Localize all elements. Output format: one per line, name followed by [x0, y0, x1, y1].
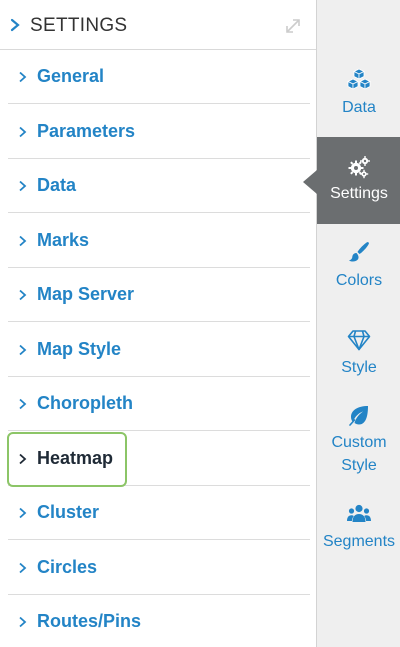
section-label: Choropleth: [37, 393, 133, 413]
section-label: Routes/Pins: [37, 611, 142, 631]
rail-item-colors[interactable]: Colors: [317, 224, 400, 311]
chevron-right-icon: [10, 18, 20, 32]
section-label: Map Style: [37, 339, 122, 359]
gears-icon: [348, 156, 370, 179]
chevron-right-icon: [19, 180, 27, 192]
section-label: Parameters: [37, 121, 136, 141]
diamond-icon: [347, 330, 371, 351]
section-label: Circles: [37, 557, 98, 577]
expand-icon[interactable]: [283, 16, 303, 36]
chevron-right-icon: [19, 562, 27, 574]
section-label: Data: [37, 175, 77, 195]
rail-item-style[interactable]: Style: [317, 311, 400, 395]
rail-item-settings[interactable]: Settings: [303, 137, 400, 224]
chevron-right-icon: [19, 453, 27, 465]
rail-item-data[interactable]: Data: [317, 50, 400, 137]
chevron-right-icon: [19, 344, 27, 356]
section-parameters[interactable]: Parameters: [8, 105, 310, 159]
section-circles[interactable]: Circles: [8, 541, 310, 595]
settings-header[interactable]: SETTINGS: [0, 0, 316, 50]
section-map-server[interactable]: Map Server: [8, 268, 310, 322]
chevron-right-icon: [19, 289, 27, 301]
section-label: Heatmap: [37, 448, 114, 468]
section-label: Map Server: [37, 284, 135, 304]
chevron-right-icon: [19, 71, 27, 83]
chevron-right-icon: [19, 507, 27, 519]
section-label: Cluster: [37, 502, 100, 522]
rail-label: Style: [341, 359, 377, 376]
rail-label: Segments: [322, 533, 396, 550]
section-choropleth[interactable]: Choropleth: [8, 377, 310, 431]
section-routes-pins[interactable]: Routes/Pins: [8, 595, 310, 647]
settings-title: SETTINGS: [30, 15, 128, 36]
section-cluster[interactable]: Cluster: [8, 486, 310, 540]
leaf-icon: [349, 406, 368, 426]
section-general[interactable]: General: [8, 50, 310, 104]
chevron-right-icon: [19, 235, 27, 247]
side-rail: Data Settings Colors Style Custom Style …: [303, 0, 400, 647]
cubes-icon: [347, 68, 371, 90]
chevron-right-icon: [19, 616, 27, 628]
section-label: Marks: [37, 230, 90, 250]
settings-panel: SETTINGS General Parameters Data Marks M…: [0, 0, 316, 647]
section-label: General: [37, 66, 105, 86]
chevron-right-icon: [19, 126, 27, 138]
brush-icon: [349, 242, 369, 262]
section-marks[interactable]: Marks: [8, 214, 310, 268]
rail-label: Settings: [330, 185, 388, 202]
rail-item-custom-style[interactable]: Custom Style: [317, 395, 400, 495]
rail-label: Colors: [335, 272, 383, 289]
rail-label: Style: [341, 457, 377, 474]
chevron-right-icon: [19, 398, 27, 410]
active-pointer: [303, 170, 317, 194]
rail-label: Data: [342, 99, 376, 116]
users-icon: [347, 504, 371, 522]
rail-item-segments[interactable]: Segments: [317, 495, 400, 565]
rail-label: Custom: [331, 434, 387, 451]
section-data[interactable]: Data: [8, 159, 310, 213]
section-map-style[interactable]: Map Style: [8, 323, 310, 377]
section-heatmap[interactable]: Heatmap: [8, 432, 310, 486]
